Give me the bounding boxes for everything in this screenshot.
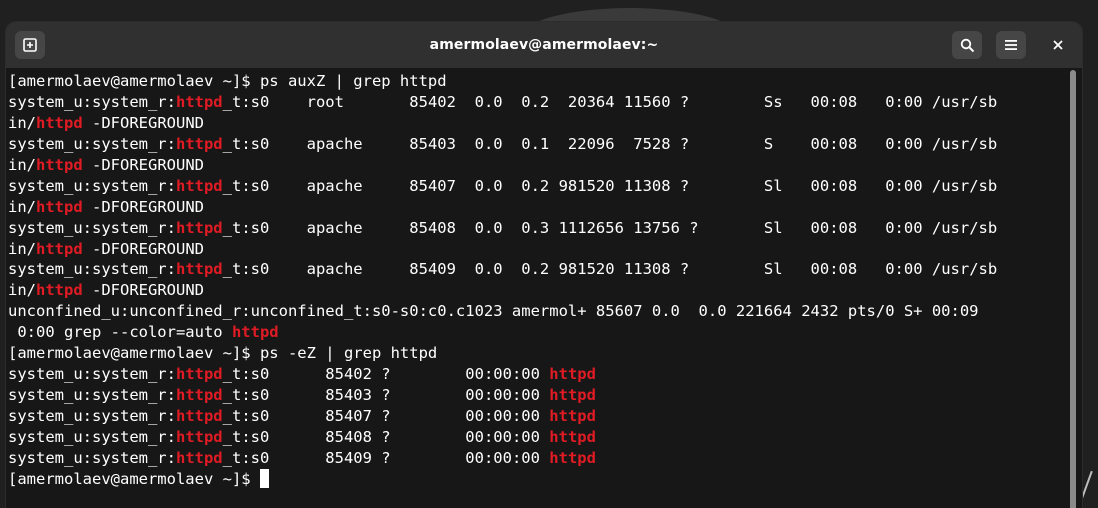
main-menu-button[interactable] — [996, 31, 1026, 59]
terminal-line: 0:00 grep --color=auto httpd — [8, 322, 1070, 343]
terminal-text: _t:s0 85409 ? 00:00:00 — [222, 448, 550, 467]
terminal-text: system_u:system_r: — [8, 448, 176, 467]
terminal-text: _t:s0 85408 ? 00:00:00 — [222, 427, 550, 446]
highlighted-match: httpd — [549, 407, 596, 425]
highlighted-match: httpd — [175, 218, 223, 237]
prompt-line[interactable]: [amermolaev@amermolaev ~]$ — [8, 468, 1070, 490]
terminal-line: system_u:system_r:httpd_t:s0 85403 ? 00:… — [8, 385, 1070, 406]
terminal-text: _t:s0 root 85402 0.0 0.2 20364 11560 ? S… — [222, 92, 998, 111]
terminal-text: in/ — [8, 197, 36, 216]
terminal-text: -DFOREGROUND — [82, 113, 204, 132]
terminal-line: system_u:system_r:httpd_t:s0 apache 8540… — [8, 218, 1070, 239]
highlighted-match: httpd — [36, 155, 83, 174]
terminal-text: in/ — [8, 239, 36, 258]
desktop-background: amermolaev@amermolaev:~ [amermolaev@amer… — [0, 0, 1098, 508]
terminal-output[interactable]: [amermolaev@amermolaev ~]$ ps auxZ | gre… — [6, 68, 1070, 508]
terminal-line: [amermolaev@amermolaev ~]$ ps auxZ | gre… — [8, 71, 1070, 92]
terminal-text: in/ — [8, 155, 36, 174]
text-cursor — [259, 468, 269, 488]
terminal-text: -DFOREGROUND — [82, 281, 204, 300]
window-title: amermolaev@amermolaev:~ — [429, 37, 659, 53]
hamburger-menu-icon — [1005, 40, 1017, 50]
terminal-line: in/httpd -DFOREGROUND — [8, 155, 1070, 176]
terminal-text: system_u:system_r: — [8, 134, 176, 153]
terminal-text: _t:s0 85402 ? 00:00:00 — [222, 365, 550, 384]
highlighted-match: httpd — [231, 323, 279, 342]
highlighted-match: httpd — [36, 197, 83, 216]
highlighted-match: httpd — [175, 176, 223, 195]
terminal-text: _t:s0 85403 ? 00:00:00 — [222, 386, 550, 405]
highlighted-match: httpd — [175, 386, 223, 405]
highlighted-match: httpd — [175, 260, 223, 279]
terminal-text: system_u:system_r: — [8, 260, 176, 279]
terminal-text: system_u:system_r: — [8, 407, 176, 425]
terminal-text: system_u:system_r: — [8, 176, 176, 195]
search-button[interactable] — [952, 31, 982, 59]
new-tab-icon — [23, 38, 37, 52]
highlighted-match: httpd — [549, 365, 596, 384]
scrollbar-thumb[interactable] — [1070, 70, 1076, 508]
terminal-line: system_u:system_r:httpd_t:s0 85409 ? 00:… — [8, 448, 1070, 469]
highlighted-match: httpd — [175, 448, 223, 467]
terminal-line: in/httpd -DFOREGROUND — [8, 280, 1070, 301]
terminal-text: system_u:system_r: — [8, 427, 176, 446]
terminal-line: system_u:system_r:httpd_t:s0 85402 ? 00:… — [8, 364, 1070, 385]
terminal-text: system_u:system_r: — [8, 365, 176, 384]
highlighted-match: httpd — [36, 281, 83, 300]
highlighted-match: httpd — [175, 365, 223, 384]
highlighted-match: httpd — [36, 113, 83, 132]
terminal-text: system_u:system_r: — [8, 386, 176, 405]
terminal-line: in/httpd -DFOREGROUND — [8, 197, 1070, 218]
highlighted-match: httpd — [36, 239, 83, 258]
terminal-text: _t:s0 85407 ? 00:00:00 — [222, 407, 550, 425]
terminal-text: [amermolaev@amermolaev ~]$ ps -eZ | grep… — [8, 344, 438, 363]
terminal-text: _t:s0 apache 85409 0.0 0.2 981520 11308 … — [222, 260, 998, 279]
terminal-line: system_u:system_r:httpd_t:s0 root 85402 … — [8, 92, 1070, 113]
terminal-text: _t:s0 apache 85408 0.0 0.3 1112656 13756… — [222, 218, 998, 237]
highlighted-match: httpd — [175, 427, 223, 446]
terminal-text: -DFOREGROUND — [82, 155, 204, 174]
terminal-text: -DFOREGROUND — [82, 197, 204, 216]
search-icon — [960, 38, 974, 52]
terminal-line: system_u:system_r:httpd_t:s0 apache 8540… — [8, 176, 1070, 197]
terminal-line: system_u:system_r:httpd_t:s0 85407 ? 00:… — [8, 406, 1070, 427]
shell-prompt: [amermolaev@amermolaev ~]$ — [8, 469, 260, 488]
terminal-window: amermolaev@amermolaev:~ [amermolaev@amer… — [6, 22, 1082, 508]
close-icon — [1053, 40, 1063, 50]
terminal-text: in/ — [8, 281, 36, 300]
terminal-text: _t:s0 apache 85403 0.0 0.1 22096 7528 ? … — [222, 134, 998, 153]
terminal-text: system_u:system_r: — [8, 92, 176, 111]
terminal-text: -DFOREGROUND — [82, 239, 204, 258]
new-tab-button[interactable] — [15, 31, 45, 59]
terminal-line: system_u:system_r:httpd_t:s0 85408 ? 00:… — [8, 427, 1070, 448]
highlighted-match: httpd — [175, 92, 223, 111]
terminal-line: in/httpd -DFOREGROUND — [8, 113, 1070, 134]
terminal-text: system_u:system_r: — [8, 218, 176, 237]
highlighted-match: httpd — [549, 448, 596, 467]
terminal-line: system_u:system_r:httpd_t:s0 apache 8540… — [8, 259, 1070, 280]
highlighted-match: httpd — [549, 386, 596, 405]
terminal-line: in/httpd -DFOREGROUND — [8, 239, 1070, 260]
terminal-line: system_u:system_r:httpd_t:s0 apache 8540… — [8, 134, 1070, 155]
terminal-line: [amermolaev@amermolaev ~]$ ps -eZ | grep… — [8, 343, 1070, 364]
highlighted-match: httpd — [549, 427, 596, 446]
terminal-text: _t:s0 apache 85407 0.0 0.2 981520 11308 … — [222, 176, 998, 195]
terminal-text: unconfined_u:unconfined_r:unconfined_t:s… — [8, 302, 979, 321]
terminal-text: 0:00 grep --color=auto — [8, 323, 232, 342]
terminal-scrollbar[interactable] — [1070, 70, 1076, 508]
close-button[interactable] — [1044, 31, 1072, 59]
window-titlebar[interactable]: amermolaev@amermolaev:~ — [6, 22, 1082, 68]
terminal-line: unconfined_u:unconfined_r:unconfined_t:s… — [8, 301, 1070, 322]
highlighted-match: httpd — [175, 407, 223, 425]
terminal-text: [amermolaev@amermolaev ~]$ ps auxZ | gre… — [8, 72, 447, 90]
terminal-text: in/ — [8, 113, 36, 132]
highlighted-match: httpd — [175, 134, 223, 153]
